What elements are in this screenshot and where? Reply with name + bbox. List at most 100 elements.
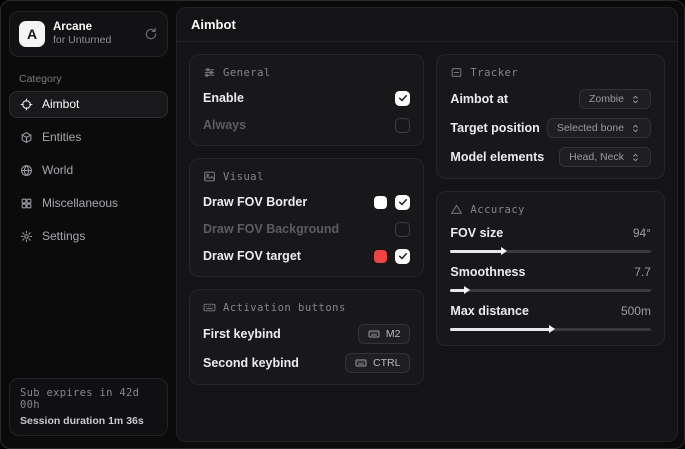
- slider-group: Max distance500m: [450, 304, 651, 334]
- checkbox[interactable]: [395, 249, 410, 264]
- slider[interactable]: [450, 324, 651, 334]
- section-header-tracker: Tracker: [450, 66, 651, 79]
- card-visual: Visual Draw FOV Border Draw FOV Background…: [189, 158, 424, 277]
- refresh-icon[interactable]: [144, 27, 158, 41]
- section-header-activation: Activation buttons: [203, 301, 410, 314]
- setting-controls: [395, 118, 410, 133]
- slider-thumb[interactable]: [501, 247, 507, 255]
- card-accuracy: Accuracy FOV size 94° Smoothness7.7 Max dist…: [436, 191, 665, 346]
- image-icon: [203, 170, 216, 183]
- session-duration-text: Session duration 1m 36s: [20, 415, 157, 427]
- section-rows: Aimbot at Zombie Target position Selected b…: [450, 89, 651, 167]
- keybind-button[interactable]: M2: [358, 324, 411, 344]
- color-swatch[interactable]: [374, 196, 387, 209]
- dropdown-select[interactable]: Head, Neck: [559, 147, 651, 167]
- setting-label: Second keybind: [203, 356, 299, 370]
- dropdown-select[interactable]: Selected bone: [547, 118, 651, 138]
- main-header: Aimbot: [177, 8, 677, 42]
- section-header-visual: Visual: [203, 170, 410, 183]
- slider-fill: [450, 328, 550, 331]
- slider-thumb[interactable]: [549, 325, 555, 333]
- gear-icon: [20, 230, 33, 243]
- setting-label: Draw FOV Border: [203, 195, 307, 209]
- keybind-value: M2: [386, 328, 401, 340]
- dropdown-value: Selected bone: [557, 122, 624, 134]
- section-title: Visual: [223, 171, 264, 183]
- keybind-button[interactable]: CTRL: [345, 353, 410, 373]
- slider-thumb[interactable]: [464, 286, 470, 294]
- section-title: Tracker: [470, 67, 518, 79]
- slider-head: Smoothness7.7: [450, 265, 651, 279]
- sub-expires-text: Sub expires in 42d 00h: [20, 387, 157, 411]
- section-title: Activation buttons: [223, 302, 346, 314]
- setting-row: Enable: [203, 89, 410, 107]
- slider-value: 94°: [633, 226, 651, 240]
- content: GeneralEnableAlways VisualDraw FOV Borde…: [177, 42, 677, 441]
- slider-group: FOV size 94°: [450, 226, 651, 256]
- sidebar-item-settings[interactable]: Settings: [9, 223, 168, 250]
- setting-controls: M2: [358, 324, 411, 344]
- sidebar-item-aimbot[interactable]: Aimbot: [9, 91, 168, 118]
- sidebar-item-label: Settings: [42, 229, 85, 243]
- dropdown-value: Zombie: [589, 93, 624, 105]
- grid-icon: [20, 197, 33, 210]
- setting-row: Always: [203, 116, 410, 134]
- setting-controls: Head, Neck: [559, 147, 651, 167]
- slider-group: Smoothness7.7: [450, 265, 651, 295]
- keyboard-icon: [203, 301, 216, 314]
- slider[interactable]: [450, 285, 651, 295]
- setting-row: Aimbot at Zombie: [450, 89, 651, 109]
- sidebar-item-world[interactable]: World: [9, 157, 168, 184]
- setting-label: Aimbot at: [450, 92, 508, 106]
- checkbox[interactable]: [395, 195, 410, 210]
- subscription-status-card: Sub expires in 42d 00h Session duration …: [9, 378, 168, 436]
- sliders-icon: [203, 66, 216, 79]
- setting-label: First keybind: [203, 327, 281, 341]
- setting-label: Enable: [203, 91, 244, 105]
- card-activation: Activation buttons First keybind M2 Second …: [189, 289, 424, 385]
- section-rows: Draw FOV Border Draw FOV Background Draw F…: [203, 193, 410, 265]
- slider[interactable]: [450, 246, 651, 256]
- setting-label: Draw FOV target: [203, 249, 301, 263]
- slider-head: FOV size 94°: [450, 226, 651, 240]
- setting-row: First keybind M2: [203, 324, 410, 344]
- keyboard-icon: [355, 357, 367, 369]
- app-name: Arcane: [53, 20, 136, 34]
- sidebar-nav: Aimbot Entities World Miscellaneous Settings: [1, 91, 176, 250]
- setting-controls: Selected bone: [547, 118, 651, 138]
- slider-value: 7.7: [634, 265, 651, 279]
- brand-text: Arcane for Unturned: [53, 20, 136, 48]
- setting-label: Draw FOV Background: [203, 222, 339, 236]
- section-title: Accuracy: [470, 204, 525, 216]
- sidebar: A Arcane for Unturned Category Aimbot Ent…: [1, 1, 176, 448]
- app-logo: A: [19, 21, 45, 47]
- color-swatch[interactable]: [374, 250, 387, 263]
- slider-fill: [450, 250, 502, 253]
- dropdown-select[interactable]: Zombie: [579, 89, 651, 109]
- setting-controls: [374, 249, 410, 264]
- app-window: A Arcane for Unturned Category Aimbot Ent…: [0, 0, 685, 449]
- sidebar-item-label: Entities: [42, 130, 81, 144]
- setting-controls: [395, 222, 410, 237]
- card-tracker: Tracker Aimbot at Zombie Target position Sel…: [436, 54, 665, 179]
- sidebar-item-label: Miscellaneous: [42, 196, 118, 210]
- setting-label: Target position: [450, 121, 539, 135]
- brand-card: A Arcane for Unturned: [9, 11, 168, 57]
- setting-controls: Zombie: [579, 89, 651, 109]
- scan-icon: [450, 66, 463, 79]
- slider-label: FOV size: [450, 226, 503, 240]
- setting-controls: [374, 195, 410, 210]
- category-label: Category: [19, 73, 158, 85]
- section-rows: Enable Always: [203, 89, 410, 134]
- slider-track: [450, 289, 651, 292]
- main-panel: Aimbot GeneralEnableAlways VisualDraw FO…: [176, 7, 678, 442]
- sidebar-item-label: Aimbot: [42, 97, 79, 111]
- checkbox[interactable]: [395, 118, 410, 133]
- setting-row: Second keybind CTRL: [203, 353, 410, 373]
- sidebar-item-entities[interactable]: Entities: [9, 124, 168, 151]
- checkbox[interactable]: [395, 222, 410, 237]
- checkbox[interactable]: [395, 91, 410, 106]
- sidebar-item-miscellaneous[interactable]: Miscellaneous: [9, 190, 168, 217]
- setting-controls: CTRL: [345, 353, 410, 373]
- left-column: GeneralEnableAlways VisualDraw FOV Borde…: [189, 54, 424, 385]
